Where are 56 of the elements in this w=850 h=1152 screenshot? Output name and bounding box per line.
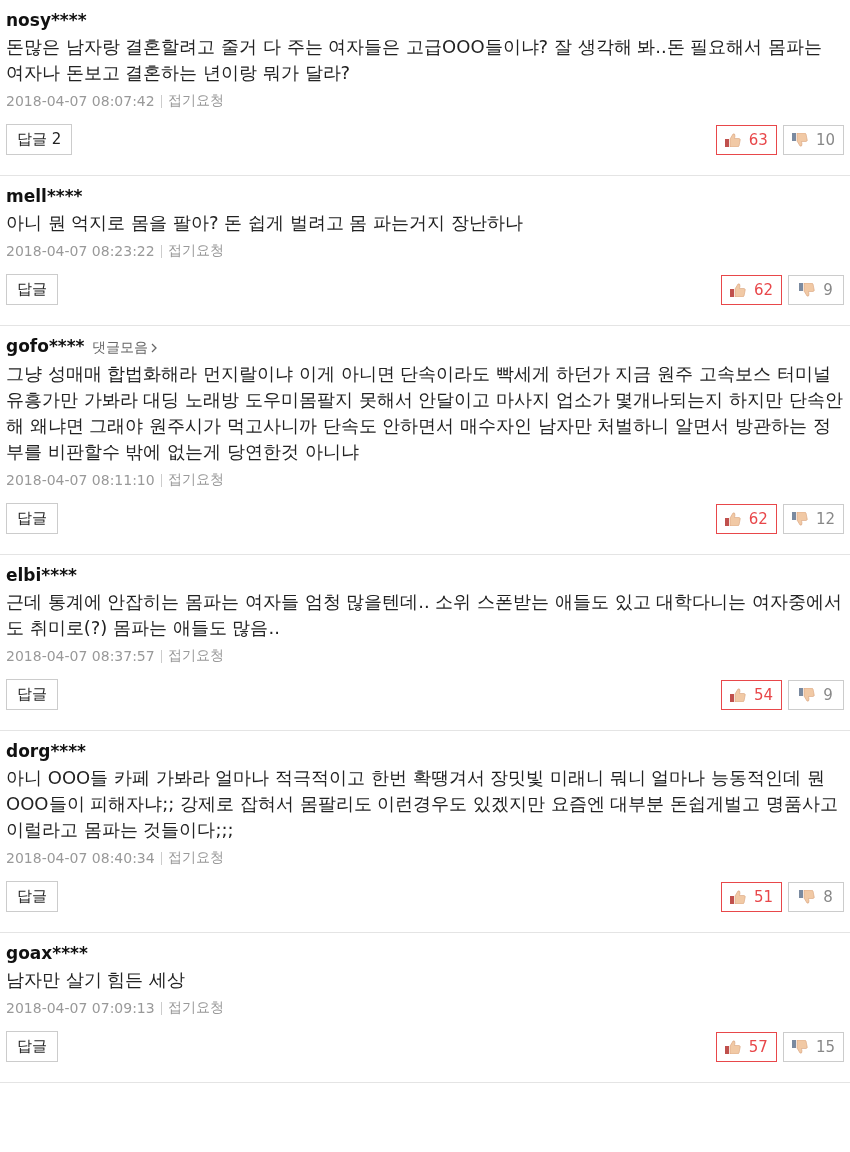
comment-date: 2018-04-07 08:07:42: [6, 93, 155, 109]
comment-text: 아니 뭔 억지로 몸을 팔아? 돈 쉽게 벌려고 몸 파는거지 장난하나: [6, 211, 524, 235]
like-button[interactable]: 57: [715, 1031, 777, 1062]
thumbs-down-icon: [799, 282, 816, 297]
thumbs-up-icon: [724, 132, 741, 147]
reply-button[interactable]: 답글: [6, 881, 58, 912]
thumbs-down-icon: [799, 687, 816, 702]
reply-button[interactable]: 답글 2: [6, 124, 73, 155]
comment-text: 근데 통계에 안잡히는 몸파는 여자들 엄청 많을텐데.. 소위 스폰받는 애들도 있고 대학다니는 여자중에서도 취미로(?) 몸파는 애들도 많음..: [6, 590, 844, 640]
thumbs-up-icon: [729, 687, 746, 702]
thumbs-down-icon: [791, 132, 808, 147]
author-name: nosy****: [6, 10, 87, 30]
dislike-button[interactable]: 12: [782, 503, 844, 534]
author-name: dorg****: [6, 741, 86, 761]
dislike-button[interactable]: 9: [788, 274, 844, 305]
like-button[interactable]: 54: [720, 679, 782, 710]
thumbs-up-icon: [729, 889, 746, 904]
thumbs-up-icon: [724, 511, 741, 526]
comment-date: 2018-04-07 08:40:34: [6, 850, 155, 866]
like-button[interactable]: 63: [715, 124, 777, 155]
author-name: elbi****: [6, 565, 77, 585]
comment-text: 돈많은 남자랑 결혼할려고 줄거 다 주는 여자들은 고급OOO들이냐? 잘 생각해 봐..돈 필요해서 몸파는 여자나 돈보고 결혼하는 년이랑 뭐가 달라?: [6, 35, 824, 85]
dislike-button[interactable]: 8: [788, 881, 844, 912]
reply-button[interactable]: 답글: [6, 679, 58, 710]
author-name: goax****: [6, 943, 88, 963]
thumbs-down-icon: [799, 889, 816, 904]
author-name: gofo****: [6, 336, 85, 356]
fold-request-link[interactable]: 접기요청: [167, 92, 224, 110]
reply-button[interactable]: 답글: [6, 1031, 58, 1062]
like-button[interactable]: 62: [715, 503, 777, 534]
dislike-button[interactable]: 10: [782, 124, 844, 155]
fold-request-link[interactable]: 접기요청: [167, 647, 224, 665]
fold-request-link[interactable]: 접기요청: [167, 849, 224, 867]
dislike-button[interactable]: 15: [782, 1031, 844, 1062]
comment-text: 아니 OOO들 카페 가봐라 얼마나 적극적이고 한번 확땡겨서 장밋빛 미래니 뭐니 얼마나 능동적인데 뭔 OOO들이 피해자냐;; 강제로 잡혀서 몸팔리도 이런경우도 있겠지만 요즘엔 대부분 돈쉽게벌고 명품사고 이럴라고 몸파는 것들이다;;;: [6, 766, 839, 842]
reply-button[interactable]: 답글: [6, 503, 58, 534]
comment-date: 2018-04-07 07:09:13: [6, 1000, 155, 1016]
comment-date: 2018-04-07 08:23:22: [6, 243, 155, 259]
fold-request-link[interactable]: 접기요청: [167, 999, 224, 1017]
comment-text: 그냥 성매매 합법화해라 먼지랄이냐 이게 아니면 단속이라도 빡세게 하던가 지금 원주 고속보스 터미널 유흥가만 가봐라 대딩 노래방 도우미몸팔지 못해서 안달이고 마사지 업소가 몇개나되는지 하지만 단속안해 왜냐면 그래야 원주시가 먹고사니까 단속도 안하면서 매수자인 남자만 처벌하니 알면서 방관하는 정부를 비판할수 밖에 없는게 당연한것 아니냐: [6, 362, 844, 464]
reply-button[interactable]: 답글: [6, 274, 58, 305]
thumbs-up-icon: [724, 1039, 741, 1054]
like-button[interactable]: 51: [720, 881, 782, 912]
comment-date: 2018-04-07 08:11:10: [6, 472, 155, 488]
chevron-right-icon: [151, 343, 158, 353]
fold-request-link[interactable]: 접기요청: [167, 471, 224, 489]
fold-request-link[interactable]: 접기요청: [167, 242, 224, 260]
author-name: mell****: [6, 186, 83, 206]
thumbs-down-icon: [791, 511, 808, 526]
thumbs-down-icon: [791, 1039, 808, 1054]
dislike-button[interactable]: 9: [788, 679, 844, 710]
like-button[interactable]: 62: [720, 274, 782, 305]
comment-collection-link[interactable]: 댓글모음: [92, 339, 158, 357]
thumbs-up-icon: [729, 282, 746, 297]
comment-text: 남자만 살기 힘든 세상: [6, 968, 187, 992]
comment-date: 2018-04-07 08:37:57: [6, 648, 155, 664]
